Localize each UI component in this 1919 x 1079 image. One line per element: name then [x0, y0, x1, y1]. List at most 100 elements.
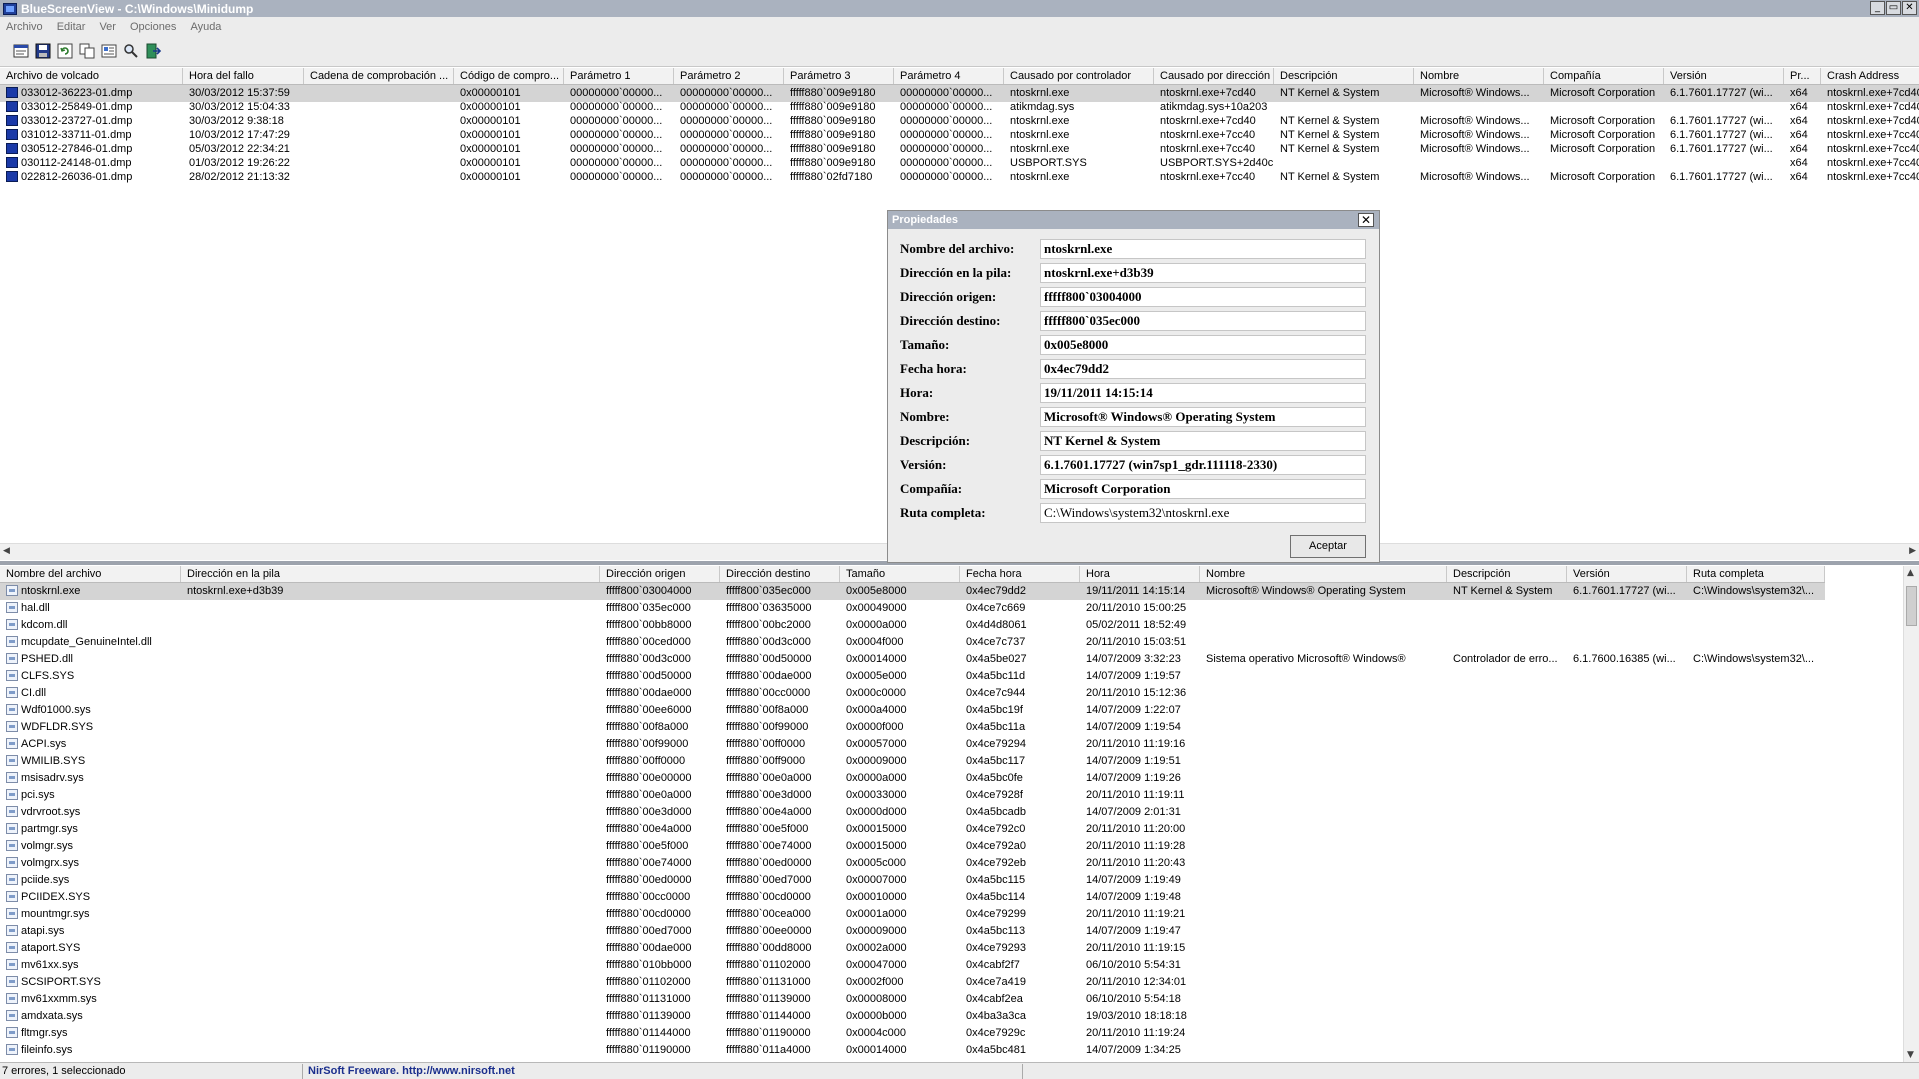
scroll-up-icon[interactable]: ▲ — [1907, 568, 1914, 578]
column-header[interactable]: Dirección destino — [720, 566, 840, 582]
column-header[interactable]: Código de compro... — [454, 68, 564, 84]
table-cell: fffff880`01144000 — [720, 1008, 840, 1025]
find-icon[interactable] — [120, 40, 142, 62]
cell-text: fffff880`00f99000 — [606, 738, 689, 750]
scroll-thumb[interactable] — [1906, 586, 1917, 626]
copy-icon[interactable] — [76, 40, 98, 62]
menu-ayuda[interactable]: Ayuda — [190, 21, 221, 33]
column-header[interactable]: Nombre — [1414, 68, 1544, 84]
column-header[interactable]: Parámetro 1 — [564, 68, 674, 84]
refresh-icon[interactable] — [54, 40, 76, 62]
table-row[interactable]: CLFS.SYS fffff880`00d50000 fffff880`00dae0… — [0, 668, 1825, 685]
column-header[interactable]: Causado por controlador — [1004, 68, 1154, 84]
column-header[interactable]: Fecha hora — [960, 566, 1080, 582]
column-header[interactable]: Descripción — [1447, 566, 1567, 582]
table-row[interactable]: WMILIB.SYS fffff880`00ff0000 fffff880`00ff… — [0, 753, 1825, 770]
table-row[interactable]: pci.sys fffff880`00e0a000 fffff880`00e3d00… — [0, 787, 1825, 804]
property-value-field[interactable]: Microsoft Corporation — [1040, 479, 1366, 499]
table-row[interactable]: fileinfo.sys fffff880`01190000 fffff880`01… — [0, 1042, 1825, 1059]
column-header[interactable]: Pr... — [1784, 68, 1821, 84]
table-row[interactable]: fltmgr.sys fffff880`01144000 fffff880`0119… — [0, 1025, 1825, 1042]
column-header[interactable]: Crash Address — [1821, 68, 1919, 84]
table-row[interactable]: hal.dll fffff800`035ec000 fffff800`0363500… — [0, 600, 1825, 617]
column-header[interactable]: Parámetro 2 — [674, 68, 784, 84]
nirsoft-link[interactable]: NirSoft Freeware. http://www.nirsoft.net — [308, 1065, 515, 1077]
table-row[interactable]: mv61xxmm.sys fffff880`01131000 fffff880`01… — [0, 991, 1825, 1008]
column-header[interactable]: Tamaño — [840, 566, 960, 582]
property-value-field[interactable]: ntoskrnl.exe+d3b39 — [1040, 263, 1366, 283]
scroll-down-icon[interactable]: ▼ — [1907, 1050, 1914, 1060]
table-row[interactable]: msisadrv.sys fffff880`00e00000 fffff880`00… — [0, 770, 1825, 787]
column-header[interactable]: Archivo de volcado — [0, 68, 183, 84]
table-row[interactable]: volmgr.sys fffff880`00e5f000 fffff880`00e7… — [0, 838, 1825, 855]
minimize-button[interactable]: _ — [1870, 1, 1885, 15]
cell-text: 031012-33711-01.dmp — [21, 129, 132, 141]
table-row[interactable]: mv61xx.sys fffff880`010bb000 fffff880`0110… — [0, 957, 1825, 974]
table-row[interactable]: 022812-26036-01.dmp 28/02/2012 21:13:32 0x… — [0, 169, 1919, 186]
column-header[interactable]: Compañía — [1544, 68, 1664, 84]
property-value-field[interactable]: 0x4ec79dd2 — [1040, 359, 1366, 379]
property-value-field[interactable]: ntoskrnl.exe — [1040, 239, 1366, 259]
table-row[interactable]: PCIIDEX.SYS fffff880`00cc0000 fffff880`00c… — [0, 889, 1825, 906]
property-value-field[interactable]: fffff800`035ec000 — [1040, 311, 1366, 331]
table-row[interactable]: SCSIPORT.SYS fffff880`01102000 fffff880`01… — [0, 974, 1825, 991]
table-row[interactable]: ACPI.sys fffff880`00f99000 fffff880`00ff00… — [0, 736, 1825, 753]
table-row[interactable]: Wdf01000.sys fffff880`00ee6000 fffff880`00… — [0, 702, 1825, 719]
property-value-field[interactable]: 19/11/2011 14:15:14 — [1040, 383, 1366, 403]
table-row[interactable]: vdrvroot.sys fffff880`00e3d000 fffff880`00… — [0, 804, 1825, 821]
scroll-left-icon[interactable]: ◀ — [3, 546, 10, 556]
table-cell: fffff880`00ff9000 — [720, 753, 840, 770]
properties-icon[interactable] — [10, 40, 32, 62]
column-header[interactable]: Causado por dirección — [1154, 68, 1274, 84]
column-header[interactable]: Nombre del archivo — [0, 566, 181, 582]
table-cell — [1687, 753, 1825, 770]
table-row[interactable]: partmgr.sys fffff880`00e4a000 fffff880`00e… — [0, 821, 1825, 838]
table-row[interactable]: WDFLDR.SYS fffff880`00f8a000 fffff880`00f9… — [0, 719, 1825, 736]
accept-button[interactable]: Aceptar — [1290, 535, 1366, 558]
table-row[interactable]: volmgrx.sys fffff880`00e74000 fffff880`00e… — [0, 855, 1825, 872]
column-header[interactable]: Dirección en la pila — [181, 566, 600, 582]
column-header[interactable]: Parámetro 4 — [894, 68, 1004, 84]
column-header[interactable]: Versión — [1664, 68, 1784, 84]
table-row[interactable]: mcupdate_GenuineIntel.dll fffff880`00ced0… — [0, 634, 1825, 651]
scroll-right-icon[interactable]: ▶ — [1909, 546, 1916, 556]
table-row[interactable]: mountmgr.sys fffff880`00cd0000 fffff880`00… — [0, 906, 1825, 923]
table-row[interactable]: CI.dll fffff880`00dae000 fffff880`00cc0000… — [0, 685, 1825, 702]
column-header[interactable]: Dirección origen — [600, 566, 720, 582]
menu-opciones[interactable]: Opciones — [130, 21, 176, 33]
driver-list-vscrollbar[interactable]: ▲ ▼ — [1903, 566, 1919, 1062]
menu-ver[interactable]: Ver — [99, 21, 116, 33]
column-header[interactable]: Nombre — [1200, 566, 1447, 582]
html-report-icon[interactable] — [98, 40, 120, 62]
property-value-field[interactable]: 0x005e8000 — [1040, 335, 1366, 355]
dialog-close-button[interactable]: ✕ — [1358, 213, 1374, 227]
table-row[interactable]: kdcom.dll fffff800`00bb8000 fffff800`00bc2… — [0, 617, 1825, 634]
column-header[interactable]: Descripción — [1274, 68, 1414, 84]
column-header[interactable]: Parámetro 3 — [784, 68, 894, 84]
driver-list[interactable]: Nombre del archivo Dirección en la pila Di… — [0, 566, 1919, 1062]
menu-archivo[interactable]: Archivo — [6, 21, 43, 33]
table-cell: 14/07/2009 1:19:54 — [1080, 719, 1200, 736]
maximize-button[interactable]: ▭ — [1886, 1, 1901, 15]
column-header[interactable]: Hora — [1080, 566, 1200, 582]
menu-editar[interactable]: Editar — [57, 21, 86, 33]
property-value-field[interactable]: C:\Windows\system32\ntoskrnl.exe — [1040, 503, 1366, 523]
column-header[interactable]: Cadena de comprobación ... — [304, 68, 454, 84]
save-icon[interactable] — [32, 40, 54, 62]
cell-text: fffff880`00ff9000 — [726, 755, 806, 767]
property-value-field[interactable]: 6.1.7601.17727 (win7sp1_gdr.111118-2330) — [1040, 455, 1366, 475]
table-row[interactable]: ataport.SYS fffff880`00dae000 fffff880`00d… — [0, 940, 1825, 957]
table-row[interactable]: pciide.sys fffff880`00ed0000 fffff880`00ed… — [0, 872, 1825, 889]
table-row[interactable]: amdxata.sys fffff880`01139000 fffff880`011… — [0, 1008, 1825, 1025]
table-row[interactable]: PSHED.dll fffff880`00d3c000 fffff880`00d50… — [0, 651, 1825, 668]
exit-icon[interactable] — [142, 40, 164, 62]
close-button[interactable]: ✕ — [1902, 1, 1917, 15]
table-row[interactable]: atapi.sys fffff880`00ed7000 fffff880`00ee0… — [0, 923, 1825, 940]
property-value-field[interactable]: NT Kernel & System — [1040, 431, 1366, 451]
column-header[interactable]: Hora del fallo — [183, 68, 304, 84]
property-value-field[interactable]: Microsoft® Windows® Operating System — [1040, 407, 1366, 427]
column-header[interactable]: Ruta completa — [1687, 566, 1825, 582]
property-value-field[interactable]: fffff800`03004000 — [1040, 287, 1366, 307]
table-row[interactable]: ntoskrnl.exe ntoskrnl.exe+d3b39 fffff800`0… — [0, 583, 1825, 600]
column-header[interactable]: Versión — [1567, 566, 1687, 582]
